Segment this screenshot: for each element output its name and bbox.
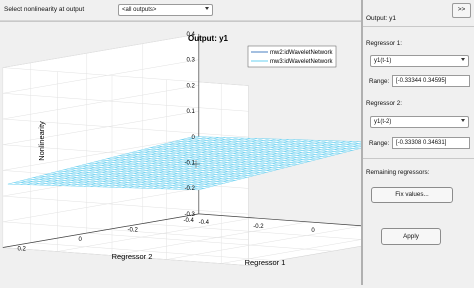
z-axis-label: Nonlinearity (37, 121, 46, 161)
regressor-panel: >> Output: y1 Regressor 1: y1(t-1) Range… (363, 0, 474, 285)
regressor2-select-value: y1(t-2) (374, 119, 392, 125)
plot-title: Output: y1 (188, 34, 229, 43)
z-tick-label: -0.2 (184, 186, 195, 192)
panel-title: Output: y1 (366, 15, 396, 22)
x-axis-label: Regressor 1 (245, 258, 286, 267)
chevron-down-icon (205, 7, 209, 10)
regressor1-select[interactable]: y1(t-1) (370, 55, 469, 67)
chevron-down-icon (461, 58, 465, 61)
remaining-regressors-label: Remaining regressors: (366, 169, 430, 176)
divider (363, 26, 474, 27)
output-select[interactable]: <all outputs> (118, 4, 213, 16)
plot-panel: 0.40.30.20.10-0.1-0.2-0.3-0.4-0.200.20.4… (0, 21, 445, 286)
y-axis-label: Regressor 2 (112, 252, 153, 261)
regressor1-range-value: [-0.33344 0.34595] (396, 78, 447, 84)
regressor2-select[interactable]: y1(t-2) (370, 116, 469, 128)
output-select-value: <all outputs> (122, 7, 157, 13)
regressor2-range-field[interactable]: [-0.33308 0.34631] (392, 137, 470, 149)
regressor2-range-value: [-0.33308 0.34631] (396, 140, 447, 146)
regressor1-range-label: Range: (369, 78, 390, 85)
regressor1-select-value: y1(t-1) (374, 58, 392, 64)
y-tick-label: 0.2 (17, 247, 26, 253)
regressor2-label: Regressor 2: (366, 100, 403, 107)
legend-entry-1: mw2:idWaveletNetwork (270, 50, 333, 56)
z-tick-label: 0.2 (186, 83, 195, 89)
regressor2-range-label: Range: (369, 140, 390, 147)
chevron-down-icon (461, 119, 465, 122)
select-nonlinearity-label: Select nonlinearity at output (4, 6, 85, 13)
nonlinearity-3d-plot[interactable]: 0.40.30.20.10-0.1-0.2-0.3-0.4-0.200.20.4… (0, 22, 445, 286)
z-tick-label: 0.3 (186, 58, 195, 64)
x-tick-label: -0.2 (253, 224, 264, 230)
apply-button[interactable]: Apply (381, 228, 441, 245)
legend-entry-2: mw3:idWaveletNetwork (270, 59, 333, 65)
z-tick-label: 0.1 (186, 109, 195, 115)
y-tick-label: -0.2 (127, 228, 138, 234)
legend[interactable]: mw2:idWaveletNetwork mw3:idWaveletNetwor… (247, 45, 337, 68)
z-tick-label: -0.1 (184, 161, 195, 167)
output-selector-bar: Select nonlinearity at output <all outpu… (0, 0, 361, 21)
side-wall-pane (2, 33, 200, 248)
y-tick-label: -0.4 (183, 218, 194, 224)
divider (363, 158, 474, 159)
x-tick-label: -0.4 (199, 220, 210, 226)
regressor1-label: Regressor 1: (366, 40, 403, 47)
collapse-panel-button[interactable]: >> (452, 3, 471, 18)
fix-values-button[interactable]: Fix values... (371, 187, 453, 203)
regressor1-range-field[interactable]: [-0.33344 0.34595] (392, 75, 470, 87)
